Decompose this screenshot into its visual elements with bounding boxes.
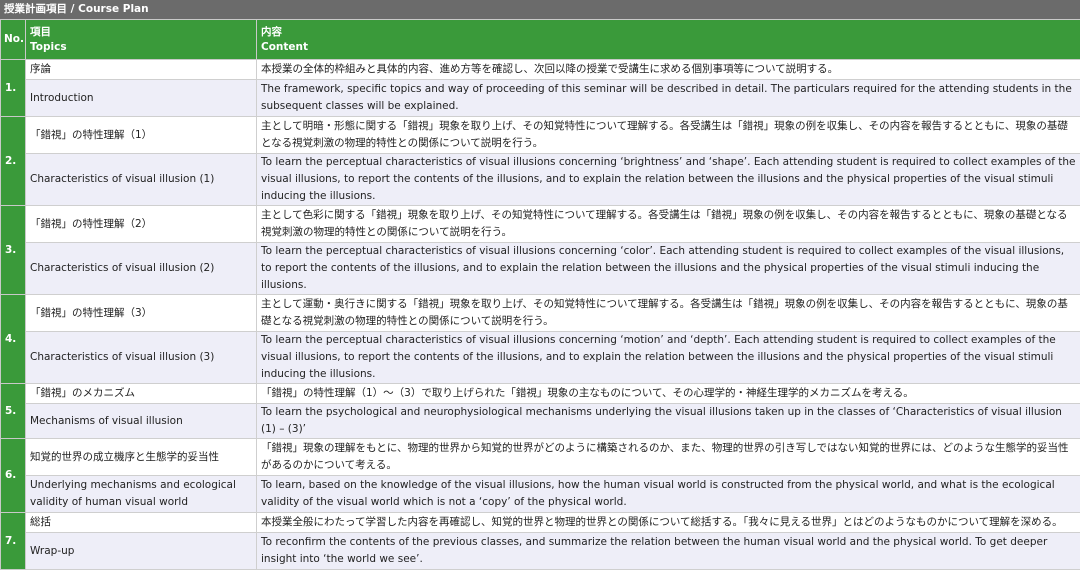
topic-en: Characteristics of visual illusion (2)	[26, 243, 257, 295]
header-no: No.	[1, 20, 26, 60]
table-header-row: No. 項目 Topics 内容 Content	[1, 20, 1080, 60]
row-number: 1.	[1, 60, 26, 117]
topic-en: Mechanisms of visual illusion	[26, 404, 257, 439]
table-row: 4. 「錯視」の特性理解（3） 主として運動・奥行きに関する「錯視」現象を取り上…	[1, 295, 1080, 332]
table-row: Characteristics of visual illusion (2) T…	[1, 243, 1080, 295]
topic-en: Characteristics of visual illusion (1)	[26, 154, 257, 206]
topic-en: Wrap-up	[26, 533, 257, 570]
topic-en: Underlying mechanisms and ecological val…	[26, 476, 257, 513]
header-topics-ja: 項目	[30, 25, 252, 40]
row-number: 6.	[1, 439, 26, 513]
topic-ja: 「錯視」のメカニズム	[26, 384, 257, 404]
table-row: Mechanisms of visual illusion To learn t…	[1, 404, 1080, 439]
row-number: 7.	[1, 513, 26, 570]
table-row: Wrap-up To reconfirm the contents of the…	[1, 533, 1080, 570]
table-row: Characteristics of visual illusion (1) T…	[1, 154, 1080, 206]
table-row: 2. 「錯視」の特性理解（1） 主として明暗・形態に関する「錯視」現象を取り上げ…	[1, 117, 1080, 154]
row-number: 2.	[1, 117, 26, 206]
table-row: Characteristics of visual illusion (3) T…	[1, 332, 1080, 384]
content-ja: 本授業の全体的枠組みと具体的内容、進め方等を確認し、次回以降の授業で受講生に求め…	[257, 60, 1080, 80]
header-topics: 項目 Topics	[26, 20, 257, 60]
content-en: The framework, specific topics and way o…	[257, 80, 1080, 117]
table-row: 1. 序論 本授業の全体的枠組みと具体的内容、進め方等を確認し、次回以降の授業で…	[1, 60, 1080, 80]
content-ja: 本授業全般にわたって学習した内容を再確認し、知覚的世界と物理的世界との関係につい…	[257, 513, 1080, 533]
content-en: To reconfirm the contents of the previou…	[257, 533, 1080, 570]
row-number: 4.	[1, 295, 26, 384]
content-ja: 主として運動・奥行きに関する「錯視」現象を取り上げ、その知覚特性について理解する…	[257, 295, 1080, 332]
content-en: To learn, based on the knowledge of the …	[257, 476, 1080, 513]
content-ja: 「錯視」現象の理解をもとに、物理的世界から知覚的世界がどのように構築されるのか、…	[257, 439, 1080, 476]
table-row: 7. 総括 本授業全般にわたって学習した内容を再確認し、知覚的世界と物理的世界と…	[1, 513, 1080, 533]
content-en: To learn the perceptual characteristics …	[257, 154, 1080, 206]
content-ja: 主として色彩に関する「錯視」現象を取り上げ、その知覚特性について理解する。各受講…	[257, 206, 1080, 243]
row-number: 3.	[1, 206, 26, 295]
table-row: 6. 知覚的世界の成立機序と生態学的妥当性 「錯視」現象の理解をもとに、物理的世…	[1, 439, 1080, 476]
row-number: 5.	[1, 384, 26, 439]
table-row: Introduction The framework, specific top…	[1, 80, 1080, 117]
topic-ja: 総括	[26, 513, 257, 533]
table-row: Underlying mechanisms and ecological val…	[1, 476, 1080, 513]
topic-ja: 序論	[26, 60, 257, 80]
header-content: 内容 Content	[257, 20, 1080, 60]
topic-en: Characteristics of visual illusion (3)	[26, 332, 257, 384]
topic-ja: 知覚的世界の成立機序と生態学的妥当性	[26, 439, 257, 476]
header-content-en: Content	[261, 40, 1076, 55]
course-plan-table: No. 項目 Topics 内容 Content 1. 序論 本授業の全体的枠組…	[0, 19, 1080, 570]
table-row: 3. 「錯視」の特性理解（2） 主として色彩に関する「錯視」現象を取り上げ、その…	[1, 206, 1080, 243]
content-ja: 「錯視」の特性理解（1）～（3）で取り上げられた「錯視」現象の主なものについて、…	[257, 384, 1080, 404]
topic-ja: 「錯視」の特性理解（1）	[26, 117, 257, 154]
content-en: To learn the perceptual characteristics …	[257, 332, 1080, 384]
topic-ja: 「錯視」の特性理解（2）	[26, 206, 257, 243]
page-title: 授業計画項目 / Course Plan	[0, 0, 1080, 19]
header-topics-en: Topics	[30, 40, 252, 55]
content-en: To learn the psychological and neurophys…	[257, 404, 1080, 439]
topic-ja: 「錯視」の特性理解（3）	[26, 295, 257, 332]
content-ja: 主として明暗・形態に関する「錯視」現象を取り上げ、その知覚特性について理解する。…	[257, 117, 1080, 154]
topic-en: Introduction	[26, 80, 257, 117]
header-content-ja: 内容	[261, 25, 1076, 40]
table-row: 5. 「錯視」のメカニズム 「錯視」の特性理解（1）～（3）で取り上げられた「錯…	[1, 384, 1080, 404]
content-en: To learn the perceptual characteristics …	[257, 243, 1080, 295]
